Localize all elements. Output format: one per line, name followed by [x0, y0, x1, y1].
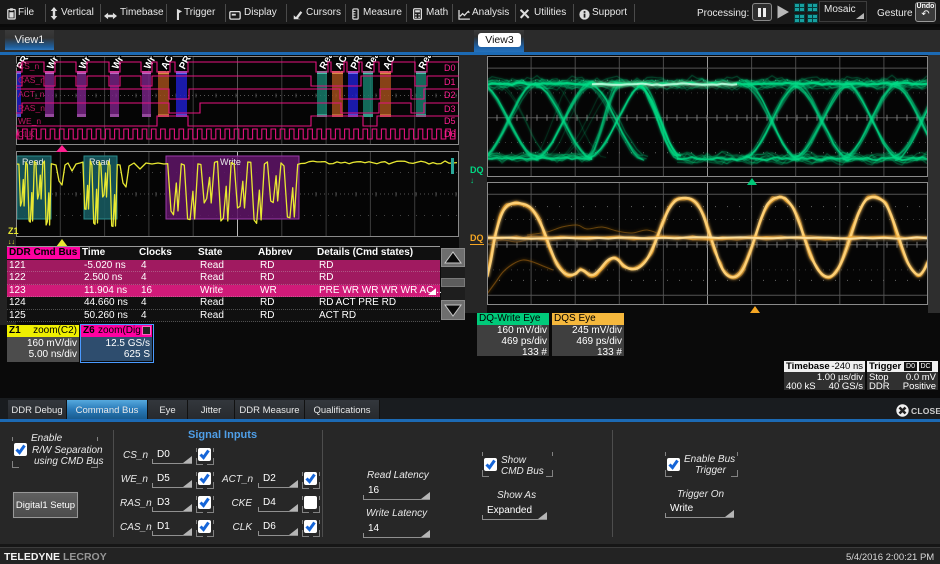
svg-text:Rea: Rea: [417, 56, 436, 71]
svg-text:CLK: CLK: [18, 129, 35, 139]
svg-text:D1: D1: [444, 77, 456, 87]
svg-text:Wr: Wr: [142, 56, 158, 71]
svg-text:D6: D6: [444, 129, 456, 139]
svg-text:ACT_n: ACT_n: [18, 89, 45, 99]
svg-text:D5: D5: [444, 116, 456, 126]
svg-text:Wr: Wr: [110, 56, 126, 71]
svg-text:Rea: Rea: [364, 56, 383, 71]
svg-text:PR: PR: [177, 56, 194, 71]
svg-text:RAS_n: RAS_n: [18, 103, 45, 113]
svg-text:D3: D3: [444, 104, 456, 114]
svg-text:Wr: Wr: [45, 56, 61, 71]
svg-text:Wr: Wr: [77, 56, 93, 71]
svg-text:CAS_n: CAS_n: [18, 75, 45, 85]
svg-text:D2: D2: [444, 90, 456, 100]
svg-text:AC: AC: [381, 56, 397, 71]
svg-text:AC: AC: [159, 56, 175, 71]
svg-text:WE_n: WE_n: [18, 116, 41, 126]
svg-text:PR: PR: [349, 56, 366, 71]
svg-text:CS_n: CS_n: [18, 61, 40, 71]
svg-text:D0: D0: [444, 63, 456, 73]
